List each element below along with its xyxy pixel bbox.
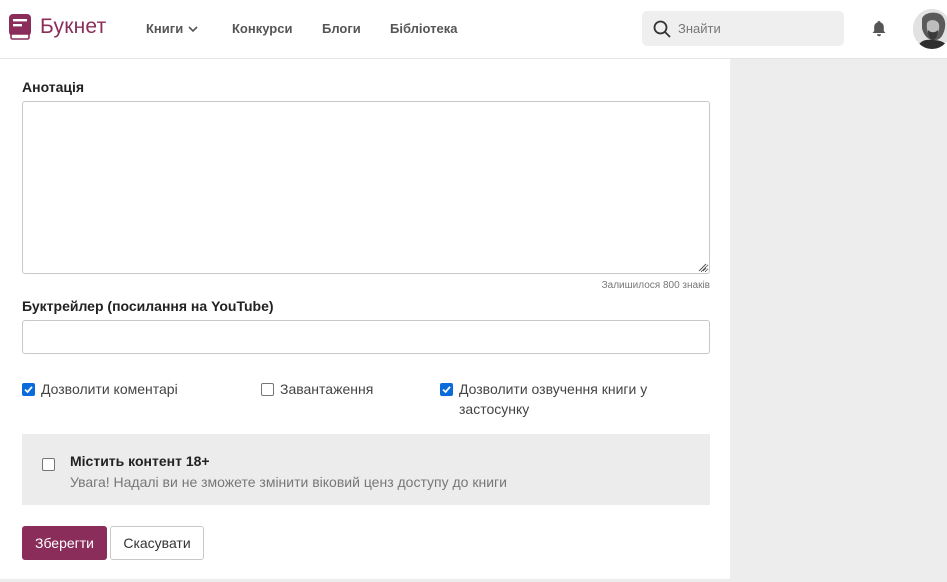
top-header: Букнет Книги Конкурси Блоги Бібліотека: [0, 0, 947, 59]
annotation-textarea[interactable]: [22, 101, 710, 274]
adult-content-checkbox[interactable]: [42, 458, 55, 471]
nav-contests[interactable]: Конкурси: [232, 21, 292, 36]
nav-blogs[interactable]: Блоги: [322, 21, 361, 36]
avatar[interactable]: [913, 9, 947, 49]
allow-comments-label: Дозволити коментарі: [41, 381, 178, 397]
search-input[interactable]: [678, 19, 828, 38]
adult-content-title: Містить контент 18+: [70, 453, 210, 469]
allow-comments-checkbox[interactable]: [22, 383, 35, 396]
adult-content-warning: Увага! Надалі ви не зможете змінити віко…: [70, 474, 507, 490]
allow-voice-label: Дозволити озвучення книги у застосунку: [459, 381, 648, 417]
download-checkbox[interactable]: [261, 383, 274, 396]
trailer-url-input[interactable]: [22, 320, 710, 354]
checkmark-icon: [442, 386, 451, 394]
chars-remaining-counter: Залишилося 800 знаків: [601, 280, 710, 291]
logo-book-icon: [9, 14, 31, 40]
search-icon[interactable]: [653, 20, 671, 38]
adult-content-box: Містить контент 18+ Увага! Надалі ви не …: [22, 434, 710, 505]
bell-icon[interactable]: [871, 20, 887, 37]
allow-comments-option[interactable]: Дозволити коментарі: [22, 381, 178, 399]
download-label: Завантаження: [280, 381, 374, 397]
logo-text: Букнет: [40, 15, 107, 38]
cancel-button[interactable]: Скасувати: [110, 526, 204, 560]
save-button[interactable]: Зберегти: [22, 526, 107, 560]
annotation-label: Анотація: [22, 79, 85, 95]
nav-library[interactable]: Бібліотека: [390, 21, 457, 36]
nav-books[interactable]: Книги: [146, 21, 198, 36]
chevron-down-icon: [188, 25, 198, 32]
search-box: [642, 11, 844, 46]
allow-voice-checkbox[interactable]: [440, 383, 453, 396]
allow-voice-option[interactable]: Дозволити озвучення книги у застосунку: [440, 381, 669, 419]
trailer-label: Буктрейлер (посилання на YouTube): [22, 298, 274, 314]
resize-grip-icon[interactable]: [697, 262, 707, 272]
checkmark-icon: [24, 386, 33, 394]
logo[interactable]: Букнет: [8, 13, 106, 41]
book-settings-form: Анотація Залишилося 800 знаків Буктрейле…: [0, 59, 730, 579]
nav-books-label: Книги: [146, 21, 184, 36]
download-option[interactable]: Завантаження: [261, 381, 373, 399]
avatar-image: [913, 9, 947, 49]
